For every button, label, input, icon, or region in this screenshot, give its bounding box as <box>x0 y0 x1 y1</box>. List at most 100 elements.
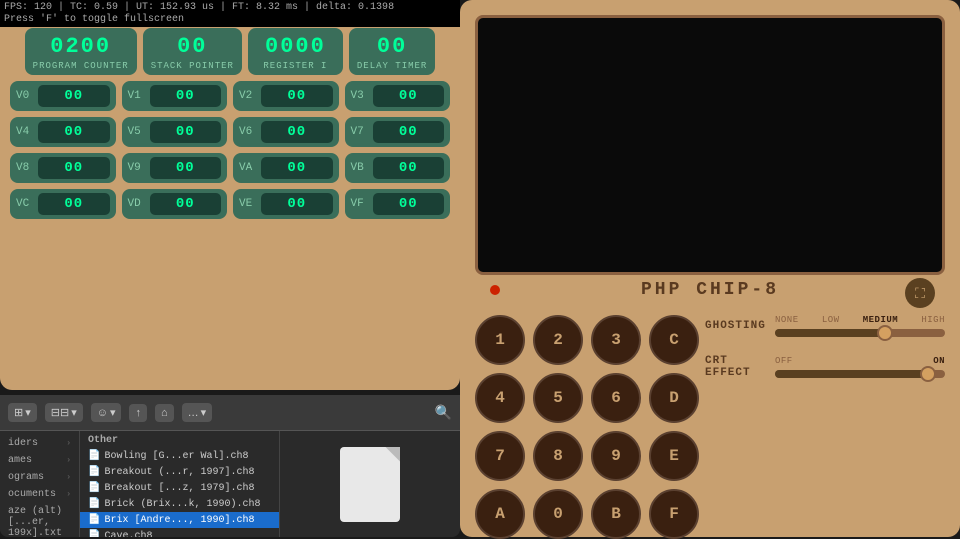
key-button-f[interactable]: F <box>649 489 699 539</box>
view-toggle-button[interactable]: ⊞ ▾ <box>8 403 37 422</box>
key-button-e[interactable]: E <box>649 431 699 481</box>
vreg-cell-v1: V1 00 <box>122 81 228 111</box>
key-button-d[interactable]: D <box>649 373 699 423</box>
vreg-cell-v2: V2 00 <box>233 81 339 111</box>
file-name: Cave.ch8 <box>104 531 152 538</box>
ghosting-opt-none: NONE <box>775 315 799 325</box>
file-item[interactable]: 📄 Cave.ch8 <box>80 528 279 537</box>
file-item[interactable]: 📄 Bowling [G...er Wal].ch8 <box>80 448 279 464</box>
file-browser-main: Other 📄 Bowling [G...er Wal].ch8 📄 Break… <box>80 431 460 537</box>
vreg-value-v5: 00 <box>150 121 222 143</box>
reg1-block: 0000 REGISTER I <box>248 28 343 75</box>
sidebar-item-games[interactable]: ames › <box>0 452 79 469</box>
crt-slider-fill <box>775 370 928 378</box>
file-name: Brix [Andre..., 1990].ch8 <box>104 515 254 526</box>
view-grid-icon: ⊞ <box>14 406 23 419</box>
key-button-8[interactable]: 8 <box>533 431 583 481</box>
vreg-name-v7: V7 <box>351 126 369 138</box>
crt-opt-off: OFF <box>775 356 793 366</box>
fullscreen-icon: ⛶ <box>915 285 925 302</box>
key-button-5[interactable]: 5 <box>533 373 583 423</box>
fullscreen-button[interactable]: ⛶ <box>905 278 935 308</box>
sidebar-item-documents[interactable]: ocuments › <box>0 486 79 503</box>
vreg-value-vd: 00 <box>150 193 222 215</box>
ghosting-slider-thumb <box>877 325 893 341</box>
vreg-name-v0: V0 <box>16 90 34 102</box>
more-icon: … <box>188 407 199 419</box>
file-section-header: Other <box>80 431 279 448</box>
vreg-cell-v3: V3 00 <box>345 81 451 111</box>
vreg-cell-v9: V9 00 <box>122 153 228 183</box>
ghosting-opt-medium: MEDIUM <box>863 315 898 325</box>
ghosting-control: GHOSTING NONE LOW MEDIUM HIGH <box>705 315 945 337</box>
crt-opt-on: ON <box>933 356 945 366</box>
vreg-cell-vf: VF 00 <box>345 189 451 219</box>
file-list: Other 📄 Bowling [G...er Wal].ch8 📄 Break… <box>80 431 280 537</box>
vreg-cell-v4: V4 00 <box>10 117 116 147</box>
key-button-a[interactable]: A <box>475 489 525 539</box>
vreg-value-v4: 00 <box>38 121 110 143</box>
key-button-b[interactable]: B <box>591 489 641 539</box>
ghosting-opt-low: LOW <box>822 315 840 325</box>
reg1-value: 0000 <box>265 34 326 59</box>
key-button-1[interactable]: 1 <box>475 315 525 365</box>
tag-toggle-button[interactable]: ⌂ <box>155 404 174 422</box>
vreg-cell-v6: V6 00 <box>233 117 339 147</box>
vreg-name-v9: V9 <box>128 162 146 174</box>
file-item[interactable]: 📄 Breakout (...r, 1997].ch8 <box>80 464 279 480</box>
chevron-right-icon: › <box>66 456 71 465</box>
file-icon: 📄 <box>88 466 100 478</box>
sidebar-item-programs[interactable]: ograms › <box>0 469 79 486</box>
crt-slider-track[interactable] <box>775 370 945 378</box>
file-browser-sidebar: iders › ames › ograms › ocuments › aze (… <box>0 431 80 537</box>
vreg-name-v2: V2 <box>239 90 257 102</box>
file-item[interactable]: 📄 Brick (Brix...k, 1990).ch8 <box>80 496 279 512</box>
emoji-icon: ☺ <box>97 407 108 419</box>
file-item[interactable]: 📄 Breakout [...z, 1979].ch8 <box>80 480 279 496</box>
emoji-toggle-button[interactable]: ☺ ▾ <box>91 403 122 422</box>
vreg-cell-v8: V8 00 <box>10 153 116 183</box>
key-button-2[interactable]: 2 <box>533 315 583 365</box>
file-name: Bowling [G...er Wal].ch8 <box>104 451 248 462</box>
key-button-6[interactable]: 6 <box>591 373 641 423</box>
vreg-value-v8: 00 <box>38 157 110 179</box>
file-name: Breakout [...z, 1979].ch8 <box>104 483 254 494</box>
file-item[interactable]: 📄 Brix [Andre..., 1990].ch8 <box>80 512 279 528</box>
key-button-0[interactable]: 0 <box>533 489 583 539</box>
sidebar-item-folders[interactable]: iders › <box>0 435 79 452</box>
sp-value: 00 <box>177 34 207 59</box>
vreg-name-vd: VD <box>128 198 146 210</box>
crt-slider-container: OFF ON <box>775 356 945 378</box>
vreg-cell-vb: VB 00 <box>345 153 451 183</box>
search-button[interactable]: 🔍 <box>435 404 452 421</box>
key-button-c[interactable]: C <box>649 315 699 365</box>
top-registers: 0200 PROGRAM COUNTER 00 STACK POINTER 00… <box>10 28 450 75</box>
key-button-3[interactable]: 3 <box>591 315 641 365</box>
crt-control: CRT EFFECT OFF ON <box>705 355 945 379</box>
vreg-value-v3: 00 <box>373 85 445 107</box>
tag-icon: ⌂ <box>161 407 168 419</box>
ghosting-opt-high: HIGH <box>921 315 945 325</box>
key-button-7[interactable]: 7 <box>475 431 525 481</box>
grid-icon: ⊟⊟ <box>51 406 69 419</box>
sp-label: STACK POINTER <box>151 61 234 71</box>
key-button-4[interactable]: 4 <box>475 373 525 423</box>
vreg-value-vf: 00 <box>373 193 445 215</box>
vreg-value-va: 00 <box>261 157 333 179</box>
vreg-name-v1: V1 <box>128 90 146 102</box>
delay-label: DELAY TIMER <box>357 61 427 71</box>
grid-toggle-button[interactable]: ⊟⊟ ▾ <box>45 403 83 422</box>
share-toggle-button[interactable]: ↑ <box>129 404 147 422</box>
more-chevron-icon: ▾ <box>201 406 207 419</box>
ghosting-slider-track[interactable] <box>775 329 945 337</box>
file-browser-toolbar: ⊞ ▾ ⊟⊟ ▾ ☺ ▾ ↑ ⌂ … ▾ 🔍 <box>0 395 460 431</box>
search-icon: 🔍 <box>435 404 452 420</box>
sidebar-item-maze-alt[interactable]: aze (alt) [...er, 199x].txt <box>0 503 79 537</box>
vreg-value-v9: 00 <box>150 157 222 179</box>
more-toggle-button[interactable]: … ▾ <box>182 403 213 422</box>
key-button-9[interactable]: 9 <box>591 431 641 481</box>
file-icon: 📄 <box>88 498 100 510</box>
vreg-cell-ve: VE 00 <box>233 189 339 219</box>
file-name: Breakout (...r, 1997].ch8 <box>104 467 254 478</box>
controls-panel: GHOSTING NONE LOW MEDIUM HIGH CRT EFFECT <box>705 315 945 397</box>
